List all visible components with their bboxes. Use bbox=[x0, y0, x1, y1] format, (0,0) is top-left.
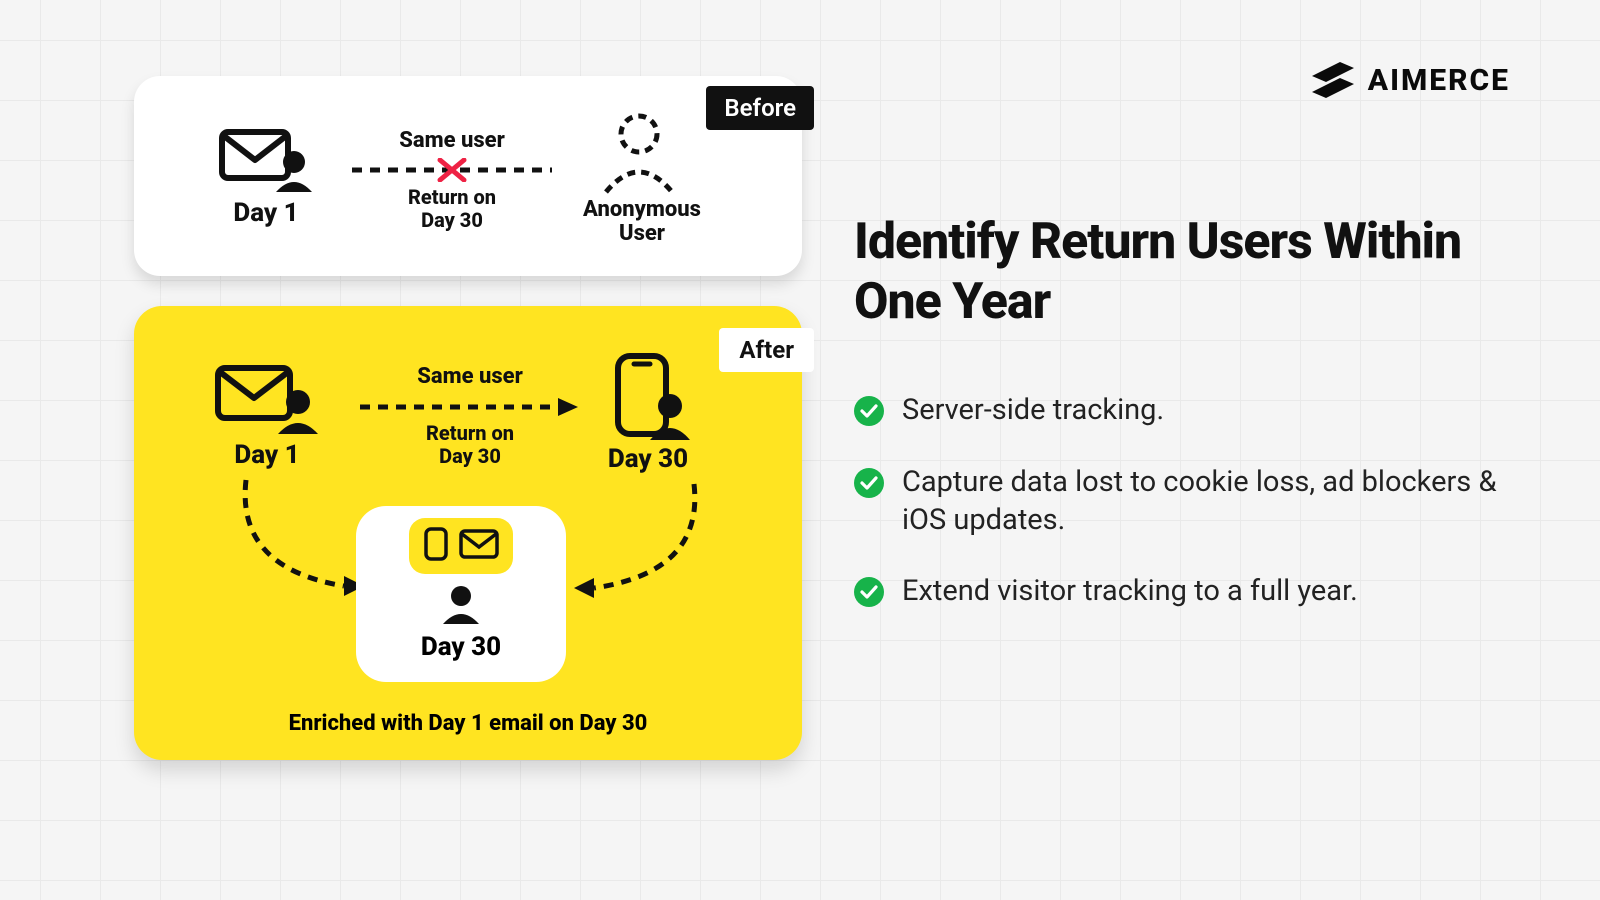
before-badge: Before bbox=[706, 86, 814, 130]
headline: Identify Return Users Within One Year bbox=[854, 212, 1514, 332]
envelope-icon bbox=[459, 529, 499, 563]
email-user-icon bbox=[216, 124, 316, 198]
dashed-right-arrow-icon bbox=[360, 396, 580, 422]
bullet-text: Extend visitor tracking to a full year. bbox=[902, 573, 1358, 611]
after-arrow-bottom-label: Return on Day 30 bbox=[360, 422, 580, 468]
after-day30-label: Day 30 bbox=[588, 444, 708, 474]
before-anonymous-label: Anonymous User bbox=[572, 198, 712, 246]
phone-user-icon bbox=[606, 350, 696, 446]
email-user-icon bbox=[212, 360, 322, 440]
inner-day30-label: Day 30 bbox=[421, 632, 501, 662]
logo-mark-icon bbox=[1310, 58, 1356, 102]
before-day1-label: Day 1 bbox=[216, 198, 316, 228]
dashed-blocked-arrow-icon bbox=[352, 158, 552, 186]
after-arrow-top-label: Same user bbox=[360, 364, 580, 389]
after-badge: After bbox=[719, 328, 814, 372]
check-circle-icon bbox=[854, 464, 884, 502]
bullet-text: Server-side tracking. bbox=[902, 392, 1164, 430]
bullet-list: Server-side tracking. Capture data lost … bbox=[854, 392, 1514, 611]
before-arrow-top-label: Same user bbox=[352, 128, 552, 153]
before-arrow-bottom-label: Return on Day 30 bbox=[352, 186, 552, 232]
device-email-badge bbox=[409, 518, 513, 574]
curved-dashed-arrow-icon bbox=[216, 478, 376, 612]
curved-dashed-arrow-icon bbox=[554, 482, 724, 616]
brand-logo: AIMERCE bbox=[1310, 58, 1510, 102]
check-circle-icon bbox=[854, 573, 884, 611]
bullet-text: Capture data lost to cookie loss, ad blo… bbox=[902, 464, 1514, 539]
after-card: After Day 1 Same user Return on Day 30 D… bbox=[134, 306, 802, 760]
bullet-item: Extend visitor tracking to a full year. bbox=[854, 573, 1514, 611]
brand-name: AIMERCE bbox=[1368, 63, 1510, 98]
anonymous-user-icon bbox=[594, 108, 684, 202]
user-icon bbox=[439, 582, 483, 630]
bullet-item: Server-side tracking. bbox=[854, 392, 1514, 430]
before-card: Before Day 1 Same user Return on Day 30 … bbox=[134, 76, 802, 276]
right-column: Identify Return Users Within One Year Se… bbox=[854, 212, 1514, 611]
enriched-caption: Enriched with Day 1 email on Day 30 bbox=[134, 711, 802, 736]
after-day1-label: Day 1 bbox=[212, 440, 322, 470]
phone-icon bbox=[423, 526, 449, 566]
bullet-item: Capture data lost to cookie loss, ad blo… bbox=[854, 464, 1514, 539]
enriched-user-box: Day 30 bbox=[356, 506, 566, 682]
check-circle-icon bbox=[854, 392, 884, 430]
